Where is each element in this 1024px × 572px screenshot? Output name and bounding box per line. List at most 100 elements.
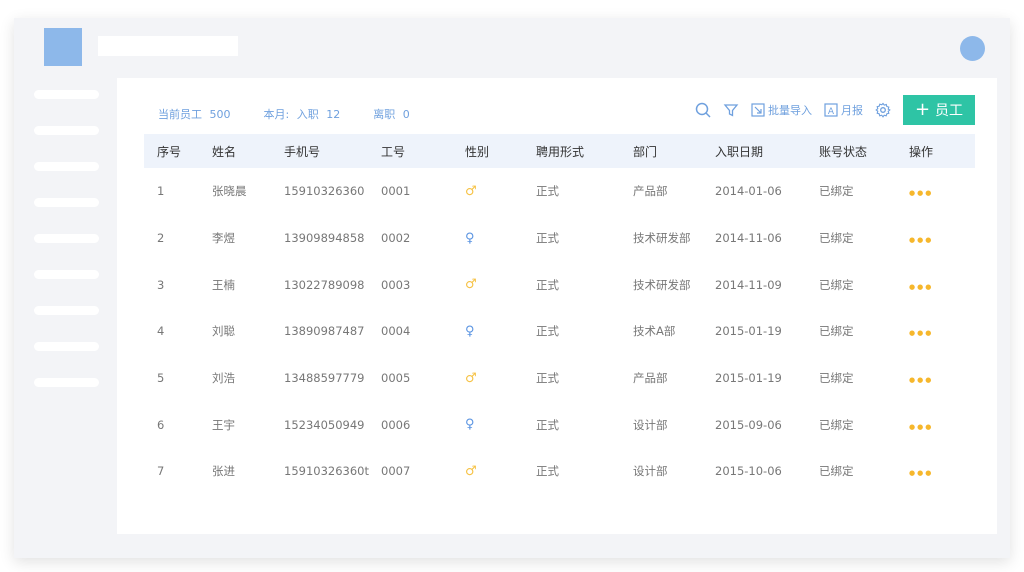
report-icon: A: [824, 103, 838, 117]
account-status: 已绑定: [819, 464, 854, 479]
employment-type: 正式: [536, 371, 559, 386]
male-icon: ♂: [465, 183, 477, 199]
female-icon: ♀: [465, 417, 475, 433]
left-count: 0: [402, 108, 410, 121]
table-row[interactable]: 4 刘聪 13890987487 0004 ♀ 正式 技术A部 2015-01-19 已绑定 ●●…: [144, 308, 975, 355]
employee-name: 张进: [212, 464, 235, 479]
current-label: 当前员工: [158, 108, 202, 121]
row-actions-cell: ●●●: [909, 261, 975, 308]
avatar[interactable]: [960, 36, 985, 61]
department: 技术研发部: [633, 277, 691, 292]
gender-icon: ♂: [465, 168, 536, 215]
employee-name: 张晓晨: [212, 184, 247, 199]
employee-name: 王宇: [212, 417, 235, 432]
employment-type: 正式: [536, 184, 559, 199]
svg-text:A: A: [828, 107, 835, 117]
department: 技术研发部: [633, 231, 691, 246]
table-row[interactable]: 7 张进 15910326360t 0007 ♂ 正式 设计部 2015-10-06 已绑定 ●●…: [144, 448, 975, 495]
gender-icon: ♀: [465, 215, 536, 262]
employee-summary: 当前员工 500 本月: 入职 12 离职 0: [158, 106, 414, 122]
more-icon[interactable]: ●●●: [909, 469, 933, 477]
col-header[interactable]: 操作: [909, 134, 975, 168]
row-index: 6: [157, 417, 165, 432]
sidebar-item[interactable]: [34, 90, 99, 99]
phone-number: 13488597779: [284, 371, 365, 386]
report-button[interactable]: A 月报: [824, 102, 863, 118]
hired-label: 入职: [296, 108, 319, 121]
sidebar-item[interactable]: [34, 126, 99, 135]
col-header[interactable]: 部门: [633, 134, 715, 168]
table-row[interactable]: 2 李煜 13909894858 0002 ♀ 正式 技术研发部 2014-11-06 已绑定 ●…: [144, 215, 975, 262]
hire-date: 2014-11-06: [715, 231, 782, 246]
gender-icon: ♀: [465, 308, 536, 355]
more-icon[interactable]: ●●●: [909, 423, 933, 431]
hire-date: 2014-01-06: [715, 184, 782, 199]
male-icon: ♂: [465, 370, 477, 386]
table-row[interactable]: 1 张晓晨 15910326360 0001 ♂ 正式 产品部 2014-01-06 已绑定 ●●…: [144, 168, 975, 215]
table-row[interactable]: 5 刘浩 13488597779 0005 ♂ 正式 产品部 2015-01-19 已绑定 ●●●: [144, 355, 975, 402]
search-icon[interactable]: [695, 102, 711, 118]
row-actions-cell: ●●●: [909, 308, 975, 355]
department: 产品部: [633, 371, 668, 386]
account-status: 已绑定: [819, 184, 854, 199]
import-button[interactable]: 批量导入: [751, 102, 812, 118]
hired-count: 12: [326, 108, 341, 121]
more-icon[interactable]: ●●●: [909, 283, 933, 291]
sidebar-item[interactable]: [34, 306, 99, 315]
row-actions-cell: ●●●: [909, 215, 975, 262]
app-window: 当前员工 500 本月: 入职 12 离职 0 批量导入 A 月报 + 员工 序…: [14, 18, 1010, 558]
employee-id: 0004: [381, 324, 411, 339]
account-status: 已绑定: [819, 371, 854, 386]
employment-type: 正式: [536, 417, 559, 432]
employee-table: 序号 姓名 手机号 工号 性别 聘用形式 部门 入职日期 账号状态 操作 1 张晓…: [144, 134, 975, 495]
current-count: 500: [209, 108, 231, 121]
gear-icon[interactable]: [875, 102, 891, 118]
phone-number: 13909894858: [284, 231, 365, 246]
more-icon[interactable]: ●●●: [909, 236, 933, 244]
sidebar: [34, 90, 99, 414]
sidebar-item[interactable]: [34, 270, 99, 279]
col-header[interactable]: 工号: [381, 134, 465, 168]
phone-number: 15234050949: [284, 417, 365, 432]
app-logo[interactable]: [44, 28, 82, 66]
employment-type: 正式: [536, 324, 559, 339]
row-index: 2: [157, 231, 165, 246]
more-icon[interactable]: ●●●: [909, 189, 933, 197]
hire-date: 2014-11-09: [715, 277, 782, 292]
col-header[interactable]: 入职日期: [715, 134, 819, 168]
row-actions-cell: ●●●: [909, 448, 975, 495]
table-row[interactable]: 3 王楠 13022789098 0003 ♂ 正式 技术研发部 2014-11-09 已绑定 ●…: [144, 261, 975, 308]
col-header[interactable]: 账号状态: [819, 134, 909, 168]
col-header[interactable]: 聘用形式: [536, 134, 633, 168]
import-icon: [751, 103, 765, 117]
sidebar-item[interactable]: [34, 234, 99, 243]
sidebar-item[interactable]: [34, 198, 99, 207]
employee-id: 0006: [381, 417, 411, 432]
more-icon[interactable]: ●●●: [909, 376, 933, 384]
sidebar-item[interactable]: [34, 162, 99, 171]
sidebar-item[interactable]: [34, 378, 99, 387]
phone-number: 13890987487: [284, 324, 365, 339]
employee-id: 0001: [381, 184, 411, 199]
col-header[interactable]: 序号: [144, 134, 212, 168]
col-header[interactable]: 性别: [465, 134, 536, 168]
row-actions-cell: ●●●: [909, 401, 975, 448]
table-row[interactable]: 6 王宇 15234050949 0006 ♀ 正式 设计部 2015-09-06 已绑定 ●●●: [144, 401, 975, 448]
filter-icon[interactable]: [723, 102, 739, 118]
more-icon[interactable]: ●●●: [909, 329, 933, 337]
col-header[interactable]: 姓名: [212, 134, 284, 168]
row-index: 3: [157, 277, 165, 292]
employee-name: 刘浩: [212, 371, 235, 386]
col-header[interactable]: 手机号: [284, 134, 381, 168]
left-label: 离职: [373, 108, 396, 121]
table-header: 序号 姓名 手机号 工号 性别 聘用形式 部门 入职日期 账号状态 操作: [144, 134, 975, 168]
department: 产品部: [633, 184, 668, 199]
employee-id: 0002: [381, 231, 411, 246]
account-status: 已绑定: [819, 231, 854, 246]
account-status: 已绑定: [819, 324, 854, 339]
sidebar-item[interactable]: [34, 342, 99, 351]
phone-number: 15910326360: [284, 184, 365, 199]
add-employee-button[interactable]: + 员工: [903, 95, 975, 125]
row-index: 1: [157, 184, 165, 199]
female-icon: ♀: [465, 323, 475, 339]
